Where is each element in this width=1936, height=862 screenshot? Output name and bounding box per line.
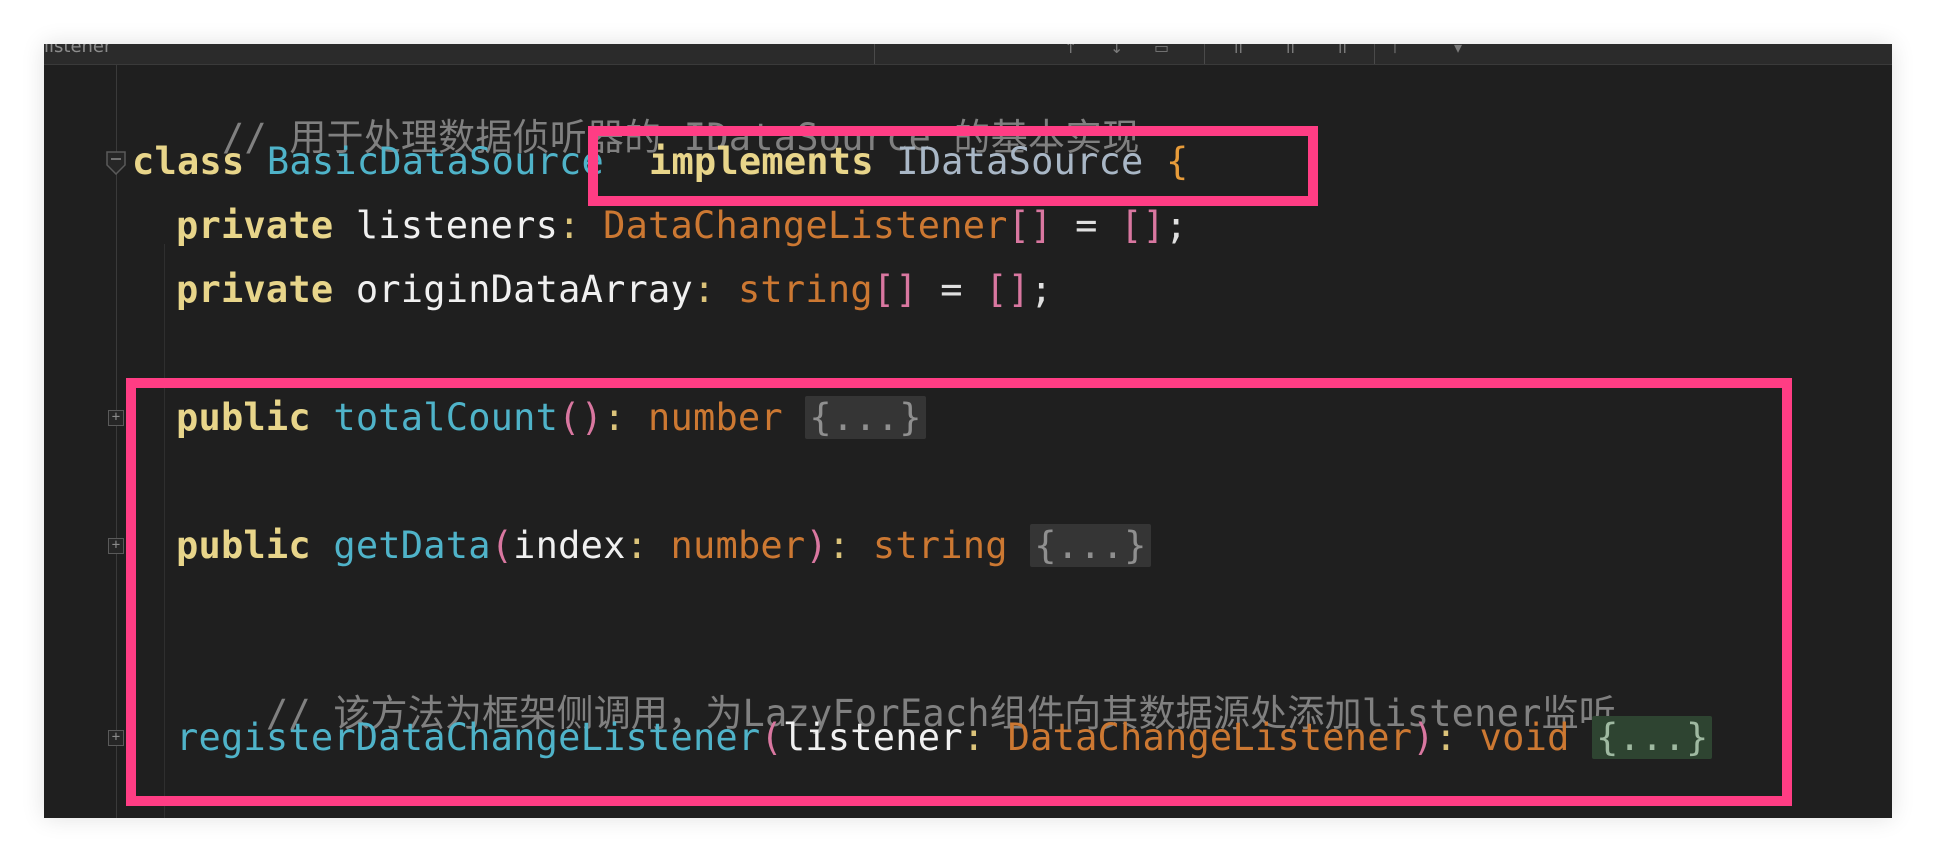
- filter-icon[interactable]: ⊤: [1388, 44, 1402, 57]
- open-brace: {: [1165, 140, 1189, 183]
- up-arrow-icon[interactable]: ↑: [1064, 44, 1077, 57]
- interface-name: IDataSource: [896, 140, 1144, 183]
- method-name: registerDataChangeListener: [176, 716, 761, 759]
- regex-icon[interactable]: ıı: [1338, 44, 1347, 57]
- parens: (): [558, 396, 604, 439]
- keyword-private: private: [176, 204, 334, 247]
- method-name: totalCount: [333, 396, 559, 439]
- code-line-register-comment: // 该方法为框架侧调用，为LazyForEach组件向其数据源处添加liste…: [176, 654, 1616, 734]
- code-line-total-count-method: public totalCount(): number {...}: [176, 396, 926, 439]
- code-line-comment: // 用于处理数据侦听器的 IDataSource 的基本实现: [132, 78, 1140, 158]
- paren-open: (: [490, 524, 514, 567]
- code-line-register-method: registerDataChangeListener(listener: Dat…: [176, 716, 1713, 759]
- colon: :: [692, 268, 716, 311]
- semicolon: ;: [1165, 204, 1188, 247]
- document-icon[interactable]: ▭: [1154, 44, 1169, 57]
- colon: :: [603, 396, 626, 439]
- collapsed-body[interactable]: {...}: [1592, 716, 1713, 759]
- param-type: DataChangeListener: [1007, 716, 1413, 759]
- param-type: number: [670, 524, 806, 567]
- keyword-implements: implements: [648, 140, 874, 183]
- keyword-public: public: [176, 524, 311, 567]
- editor-toolbar: listener ↑ ↓ ▭ ıı ıı ıı ⊤ ▾: [44, 44, 1892, 65]
- keyword-public: public: [176, 396, 311, 439]
- fold-closed-icon[interactable]: +: [108, 410, 124, 426]
- type-name: string: [737, 268, 873, 311]
- param-name: listener: [782, 716, 963, 759]
- return-type: string: [872, 524, 1008, 567]
- return-type: void: [1479, 716, 1570, 759]
- indent-guide: [164, 244, 165, 818]
- paren-close: ): [805, 524, 828, 567]
- code-line-origin-data-field: private originDataArray: string[] = [];: [176, 270, 1053, 310]
- collapsed-body[interactable]: {...}: [805, 396, 926, 439]
- equals: =: [1075, 204, 1098, 247]
- array-init: []: [985, 268, 1031, 311]
- fold-open-icon[interactable]: [106, 151, 126, 175]
- line-gutter: [44, 65, 126, 818]
- method-name: getData: [333, 524, 491, 567]
- code-line-get-data-method: public getData(index: number): string {.…: [176, 524, 1151, 567]
- equals: =: [940, 268, 963, 311]
- array-brackets: []: [1007, 204, 1053, 247]
- code-line-listeners-field: private listeners: DataChangeListener[] …: [176, 206, 1188, 246]
- match-word-icon[interactable]: ıı: [1286, 44, 1295, 57]
- array-init: []: [1120, 204, 1166, 247]
- keyword-class: class: [132, 140, 245, 183]
- toolbar-divider: [1374, 44, 1375, 64]
- code-line-class-declaration: class BasicDataSource implements IDataSo…: [132, 142, 1188, 182]
- pin-icon[interactable]: ▾: [1454, 44, 1462, 57]
- colon: :: [1434, 716, 1458, 759]
- colon: :: [962, 716, 986, 759]
- toolbar-divider: [874, 44, 875, 64]
- field-name: originDataArray: [355, 268, 693, 311]
- paren-close: ): [1412, 716, 1435, 759]
- fold-closed-icon[interactable]: +: [108, 538, 124, 554]
- class-name: BasicDataSource: [266, 140, 605, 183]
- match-case-icon[interactable]: ıı: [1234, 44, 1243, 57]
- type-name: DataChangeListener: [603, 204, 1008, 247]
- semicolon: ;: [1030, 268, 1053, 311]
- keyword-private: private: [176, 268, 334, 311]
- param-name: index: [513, 524, 626, 567]
- colon: :: [625, 524, 649, 567]
- collapsed-body[interactable]: {...}: [1030, 524, 1151, 567]
- array-brackets: []: [872, 268, 918, 311]
- field-name: listeners: [355, 204, 559, 247]
- down-arrow-icon[interactable]: ↓: [1110, 44, 1123, 57]
- fold-closed-icon[interactable]: +: [108, 730, 124, 746]
- return-type: number: [648, 396, 783, 439]
- toolbar-divider: [1204, 44, 1205, 64]
- colon: :: [827, 524, 851, 567]
- colon: :: [558, 204, 581, 247]
- code-editor[interactable]: listener ↑ ↓ ▭ ıı ıı ıı ⊤ ▾ + + + // 用于处…: [44, 44, 1892, 818]
- gutter-divider: [116, 65, 117, 818]
- paren-open: (: [760, 716, 783, 759]
- file-tab[interactable]: listener: [44, 44, 111, 57]
